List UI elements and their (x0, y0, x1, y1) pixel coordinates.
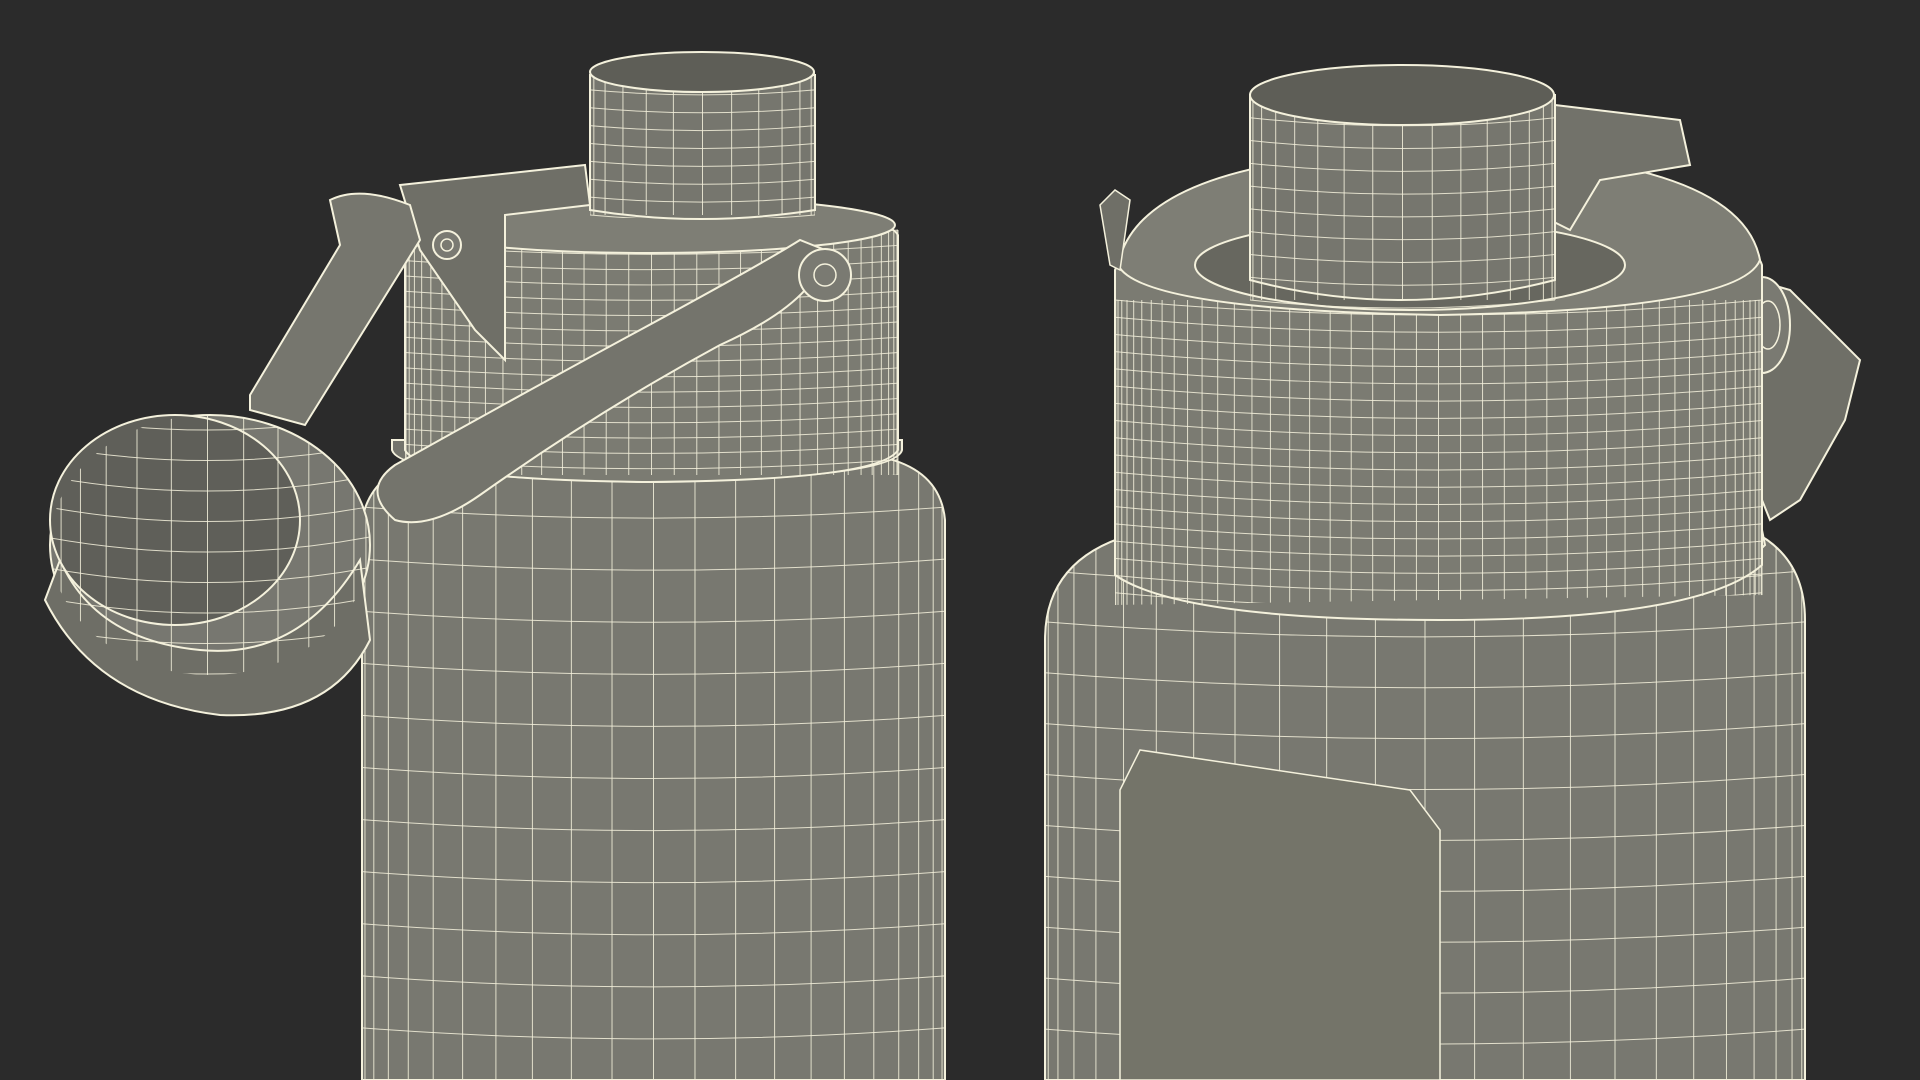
bottle-right (1044, 64, 1862, 1080)
bottle-left (43, 51, 946, 1080)
bottle-right-panel (1119, 749, 1441, 1080)
bottle-left-lid-cup (43, 414, 372, 717)
bottle-left-lid-arm (249, 192, 422, 427)
render-viewport (0, 0, 1920, 1080)
wireframe-render (43, 51, 1862, 1080)
